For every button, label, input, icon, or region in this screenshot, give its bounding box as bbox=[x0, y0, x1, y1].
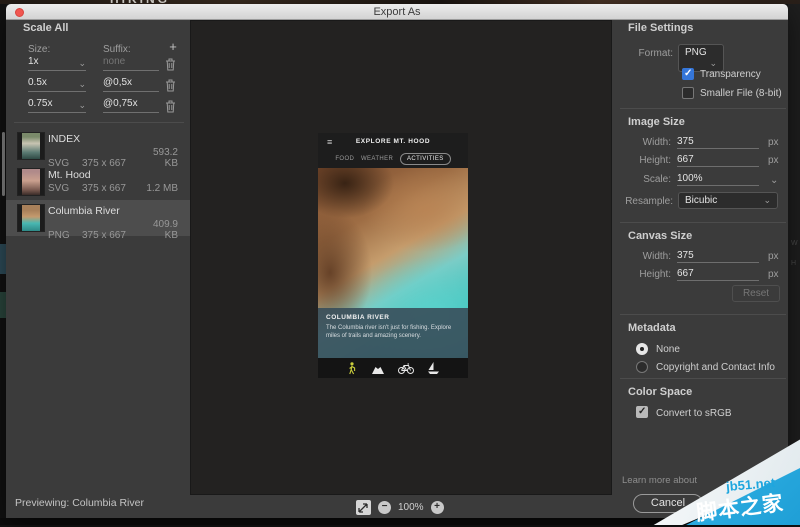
zoom-in-button[interactable]: + bbox=[431, 501, 444, 514]
chevron-down-icon: ⌄ bbox=[709, 58, 717, 69]
delete-scale-icon[interactable] bbox=[165, 58, 176, 71]
canvas-width-label: Width: bbox=[591, 251, 671, 262]
suffix-column-header: Suffix: bbox=[103, 44, 131, 55]
convert-srgb-checkbox[interactable]: ✓ bbox=[636, 406, 648, 418]
caption-text: The Columbia river isn't just for fishin… bbox=[326, 325, 460, 340]
hiker-icon bbox=[347, 362, 358, 375]
scale-all-title: Scale All bbox=[23, 22, 68, 34]
smaller-file-label: Smaller File (8-bit) bbox=[700, 88, 782, 99]
chevron-down-icon: ⌄ bbox=[763, 195, 771, 206]
format-label: Format: bbox=[593, 48, 673, 59]
scale-suffix-input[interactable]: @0,5x bbox=[103, 77, 159, 92]
file-list-item[interactable]: INDEX SVG375 x 667593.2 KB bbox=[6, 128, 190, 164]
chevron-down-icon: ⌄ bbox=[78, 100, 86, 111]
background-scrollbar[interactable] bbox=[2, 132, 5, 196]
zoom-level: 100% bbox=[398, 502, 424, 513]
caption-title: COLUMBIA RIVER bbox=[326, 314, 460, 321]
image-size-title: Image Size bbox=[628, 116, 685, 128]
metadata-none-radio[interactable] bbox=[636, 343, 648, 355]
learn-more-link[interactable]: Learn more about bbox=[622, 475, 782, 486]
mountain-icon bbox=[371, 362, 385, 374]
phone-tab-weather: WEATHER bbox=[361, 156, 393, 162]
smaller-file-checkbox[interactable] bbox=[682, 87, 694, 99]
metadata-copyright-label: Copyright and Contact Info bbox=[656, 362, 775, 373]
file-list-item[interactable]: Mt. Hood SVG375 x 6671.2 MB bbox=[6, 164, 190, 200]
divider bbox=[620, 314, 786, 315]
file-thumbnail bbox=[17, 132, 45, 160]
convert-srgb-label: Convert to sRGB bbox=[656, 408, 732, 419]
canvas-height-unit: px bbox=[768, 269, 779, 280]
divider bbox=[620, 378, 786, 379]
export-as-dialog: Export As Scale All Size: Suffix: + 1x⌄ … bbox=[6, 4, 788, 518]
file-thumbnail bbox=[17, 168, 45, 196]
metadata-copyright-radio[interactable] bbox=[636, 361, 648, 373]
phone-preview: ≡ EXPLORE MT. HOOD FOOD WEATHER ACTIVITI… bbox=[318, 133, 468, 378]
reset-button[interactable]: Reset bbox=[732, 285, 780, 302]
height-unit: px bbox=[768, 155, 779, 166]
delete-scale-icon[interactable] bbox=[165, 100, 176, 113]
phone-tab-food: FOOD bbox=[335, 156, 354, 162]
size-column-header: Size: bbox=[28, 44, 50, 55]
phone-photo: COLUMBIA RIVER The Columbia river isn't … bbox=[318, 168, 468, 358]
chevron-down-icon: ⌄ bbox=[78, 79, 86, 90]
resample-label: Resample: bbox=[593, 196, 673, 207]
scale-size-select[interactable]: 1x⌄ bbox=[28, 56, 86, 71]
transparency-checkbox[interactable]: ✓ bbox=[682, 68, 694, 80]
bicycle-icon bbox=[398, 362, 414, 374]
scale-suffix-input[interactable]: none bbox=[103, 56, 159, 71]
add-scale-button[interactable]: + bbox=[166, 40, 180, 54]
scale-suffix-input[interactable]: @0,75x bbox=[103, 98, 159, 113]
dialog-titlebar[interactable]: Export As bbox=[6, 4, 788, 20]
dialog-title: Export As bbox=[6, 6, 788, 18]
metadata-none-label: None bbox=[656, 344, 680, 355]
scale-label: Scale: bbox=[591, 174, 671, 185]
fit-to-screen-button[interactable] bbox=[356, 500, 371, 515]
previewing-status: Previewing: Columbia River bbox=[15, 497, 144, 509]
file-settings-title: File Settings bbox=[628, 22, 693, 34]
divider bbox=[620, 222, 786, 223]
phone-app-title: EXPLORE MT. HOOD bbox=[318, 138, 468, 145]
zoom-out-button[interactable]: − bbox=[378, 501, 391, 514]
scale-size-select[interactable]: 0.5x⌄ bbox=[28, 77, 86, 92]
sailboat-icon bbox=[427, 362, 440, 374]
transparency-label: Transparency bbox=[700, 69, 761, 80]
divider bbox=[620, 108, 786, 109]
background-right-strip: W H bbox=[788, 4, 800, 518]
color-space-title: Color Space bbox=[628, 386, 692, 398]
cancel-button[interactable]: Cancel bbox=[633, 494, 703, 513]
delete-scale-icon[interactable] bbox=[165, 79, 176, 92]
height-label: Height: bbox=[591, 155, 671, 166]
width-label: Width: bbox=[591, 137, 671, 148]
file-thumbnail bbox=[17, 204, 45, 232]
phone-tab-activities: ACTIVITIES bbox=[400, 153, 451, 165]
canvas-width-unit: px bbox=[768, 251, 779, 262]
metadata-title: Metadata bbox=[628, 322, 676, 334]
background-bottom-strip bbox=[0, 518, 800, 525]
divider bbox=[14, 122, 184, 123]
file-list-item-selected[interactable]: Columbia River PNG375 x 667409.9 KB bbox=[6, 200, 190, 236]
canvas-height-label: Height: bbox=[591, 269, 671, 280]
scale-size-select[interactable]: 0.75x⌄ bbox=[28, 98, 86, 113]
chevron-down-icon[interactable]: ⌄ bbox=[770, 175, 778, 186]
canvas-size-title: Canvas Size bbox=[628, 230, 692, 242]
chevron-down-icon: ⌄ bbox=[78, 58, 86, 69]
width-unit: px bbox=[768, 137, 779, 148]
resample-select[interactable]: Bicubic⌄ bbox=[678, 192, 778, 209]
